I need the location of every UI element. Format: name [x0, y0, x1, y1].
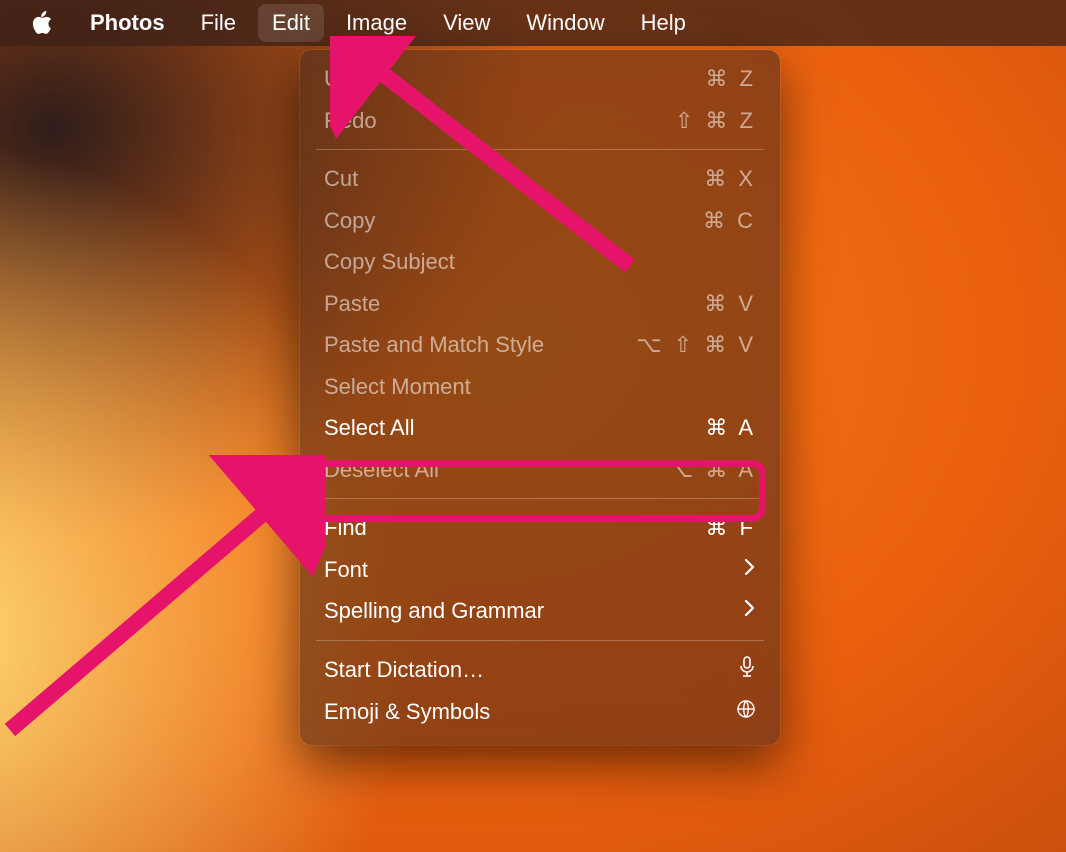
menu-shortcut: ⌥ ⇧ ⌘ V: [636, 331, 756, 359]
menu-label: Start Dictation…: [324, 656, 728, 684]
menu-emoji-symbols[interactable]: Emoji & Symbols: [310, 691, 770, 733]
menu-label: Spelling and Grammar: [324, 597, 734, 625]
menu-shortcut: ⌘ A: [705, 414, 756, 442]
menu-label: Paste and Match Style: [324, 331, 636, 359]
menu-label: Deselect All: [324, 456, 668, 484]
chevron-right-icon: [734, 598, 756, 623]
desktop-background: Photos File Edit Image View Window Help …: [0, 0, 1066, 852]
menu-edit[interactable]: Edit: [258, 4, 324, 42]
menu-window[interactable]: Window: [526, 0, 604, 46]
menu-copy[interactable]: Copy ⌘ C: [310, 200, 770, 242]
menu-label: Redo: [324, 107, 675, 135]
app-name[interactable]: Photos: [90, 0, 165, 46]
edit-dropdown: Undo ⌘ Z Redo ⇧ ⌘ Z Cut ⌘ X Copy ⌘ C Cop…: [300, 50, 780, 745]
menu-label: Find: [324, 514, 705, 542]
menu-label: Cut: [324, 165, 704, 193]
annotation-arrow-select-all: [0, 455, 325, 745]
menu-label: Select Moment: [324, 373, 756, 401]
menu-bar: Photos File Edit Image View Window Help: [0, 0, 1066, 46]
menu-find[interactable]: Find ⌘ F: [310, 507, 770, 549]
menu-label: Font: [324, 556, 734, 584]
menu-copy-subject[interactable]: Copy Subject: [310, 241, 770, 283]
menu-shortcut: ⌘ X: [704, 165, 756, 193]
menu-undo[interactable]: Undo ⌘ Z: [310, 58, 770, 100]
menu-deselect-all[interactable]: Deselect All ⌥ ⌘ A: [310, 449, 770, 491]
globe-icon: [726, 698, 756, 726]
menu-separator: [316, 640, 764, 641]
menu-cut[interactable]: Cut ⌘ X: [310, 158, 770, 200]
menu-select-moment[interactable]: Select Moment: [310, 366, 770, 408]
menu-font[interactable]: Font: [310, 549, 770, 591]
menu-label: Emoji & Symbols: [324, 698, 726, 726]
menu-label: Select All: [324, 414, 705, 442]
mic-icon: [728, 656, 756, 685]
menu-label: Paste: [324, 290, 704, 318]
menu-help[interactable]: Help: [641, 0, 686, 46]
menu-image[interactable]: Image: [346, 0, 407, 46]
menu-select-all[interactable]: Select All ⌘ A: [310, 407, 770, 449]
menu-view[interactable]: View: [443, 0, 490, 46]
menu-separator: [316, 149, 764, 150]
menu-label: Copy Subject: [324, 248, 756, 276]
menu-label: Undo: [324, 65, 705, 93]
menu-spelling-grammar[interactable]: Spelling and Grammar: [310, 590, 770, 632]
menu-label: Copy: [324, 207, 703, 235]
apple-logo-icon[interactable]: [28, 10, 54, 36]
menu-separator: [316, 498, 764, 499]
menu-paste-match-style[interactable]: Paste and Match Style ⌥ ⇧ ⌘ V: [310, 324, 770, 366]
menu-shortcut: ⇧ ⌘ Z: [675, 107, 756, 135]
menu-shortcut: ⌘ Z: [705, 65, 756, 93]
menu-shortcut: ⌘ C: [703, 207, 756, 235]
menu-file[interactable]: File: [201, 0, 236, 46]
menu-shortcut: ⌘ F: [705, 514, 756, 542]
menu-shortcut: ⌥ ⌘ A: [668, 456, 756, 484]
menu-paste[interactable]: Paste ⌘ V: [310, 283, 770, 325]
chevron-right-icon: [734, 557, 756, 582]
menu-redo[interactable]: Redo ⇧ ⌘ Z: [310, 100, 770, 142]
menu-shortcut: ⌘ V: [704, 290, 756, 318]
menu-start-dictation[interactable]: Start Dictation…: [310, 649, 770, 692]
